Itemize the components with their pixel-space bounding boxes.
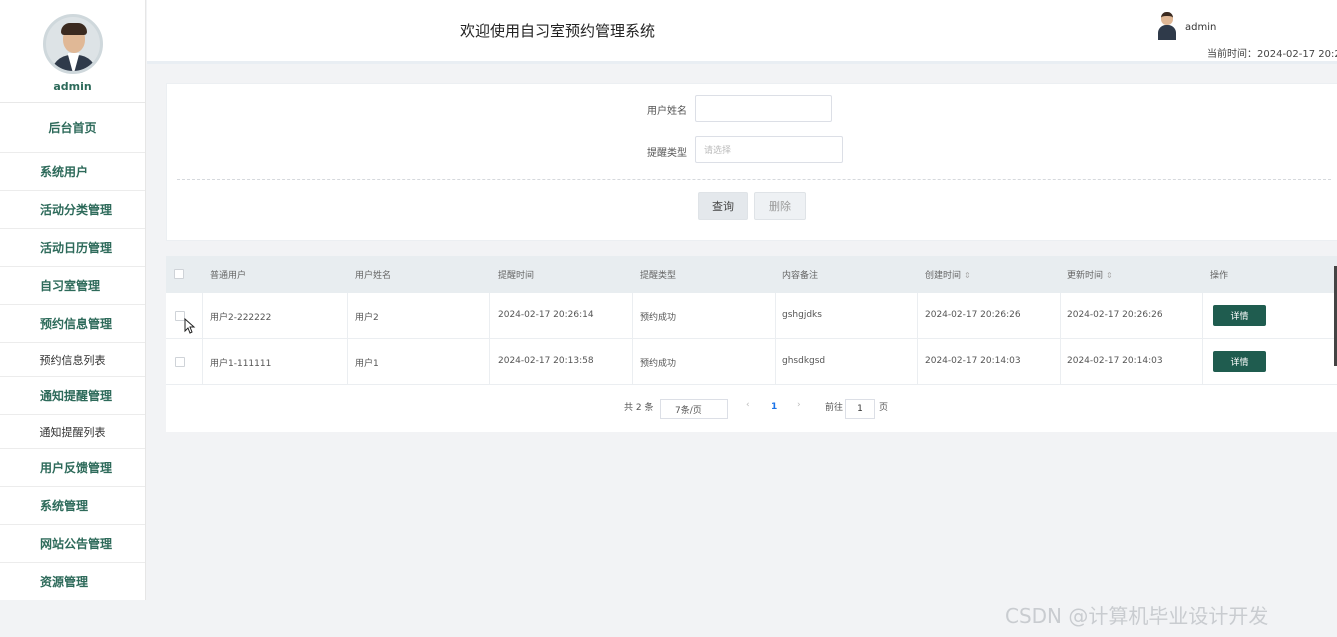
sidebar-subitem-notification-list[interactable]: 通知提醒列表	[0, 415, 145, 449]
sidebar-item-study-room[interactable]: 自习室管理	[0, 267, 145, 305]
goto-label: 前往	[825, 403, 844, 413]
cell-remind-time: 2024-02-17 20:13:58	[498, 356, 594, 366]
sort-icon[interactable]: ⇕	[1106, 271, 1113, 280]
cell-type: 预约成功	[640, 359, 677, 369]
col-note: 内容备注	[782, 271, 819, 281]
sidebar-item-activity-category[interactable]: 活动分类管理	[0, 191, 145, 229]
profile-username: admin	[53, 80, 92, 93]
cell-updated: 2024-02-17 20:26:26	[1067, 310, 1163, 320]
sidebar-item-activity-calendar[interactable]: 活动日历管理	[0, 229, 145, 267]
delete-button[interactable]: 删除	[754, 192, 806, 220]
cell-created: 2024-02-17 20:26:26	[925, 310, 1021, 320]
top-header: 欢迎使用自习室预约管理系统 admin 当前时间：2024-02-17 20:2	[147, 0, 1337, 64]
col-created-label: 创建时间	[925, 271, 962, 281]
sort-icon[interactable]: ⇕	[964, 271, 971, 280]
sidebar: admin 后台首页 系统用户 活动分类管理 活动日历管理 自习室管理 预约信息…	[0, 0, 146, 600]
cell-name: 用户2	[355, 313, 379, 323]
cell-user: 用户2-222222	[210, 313, 272, 323]
detail-button[interactable]: 详情	[1213, 351, 1266, 372]
query-button[interactable]: 查询	[698, 192, 748, 220]
sidebar-item-reservation[interactable]: 预约信息管理	[0, 305, 145, 343]
cell-note: ghsdkgsd	[782, 356, 826, 366]
search-panel: 用户姓名 提醒类型 请选择 查询 删除	[166, 83, 1337, 241]
current-time: 当前时间：2024-02-17 20:2	[1207, 49, 1337, 60]
pagination-total: 共 2 条	[624, 403, 654, 413]
name-input[interactable]	[695, 95, 832, 122]
sidebar-item-system[interactable]: 系统管理	[0, 487, 145, 525]
sidebar-subitem-reservation-list[interactable]: 预约信息列表	[0, 343, 145, 377]
header-username[interactable]: admin	[1185, 22, 1216, 33]
sidebar-item-resource[interactable]: 资源管理	[0, 563, 145, 600]
cell-updated: 2024-02-17 20:14:03	[1067, 356, 1163, 366]
name-label: 用户姓名	[647, 106, 687, 117]
detail-button[interactable]: 详情	[1213, 305, 1266, 326]
type-select[interactable]: 请选择	[695, 136, 843, 163]
sidebar-item-announcement[interactable]: 网站公告管理	[0, 525, 145, 563]
row-checkbox[interactable]	[175, 357, 185, 367]
goto-page-input[interactable]: 1	[845, 399, 875, 419]
col-user: 普通用户	[210, 271, 247, 281]
cell-type: 预约成功	[640, 313, 677, 323]
cell-remind-time: 2024-02-17 20:26:14	[498, 310, 594, 320]
col-updated-label: 更新时间	[1067, 271, 1104, 281]
prev-page-icon[interactable]: ‹	[746, 400, 750, 410]
sidebar-item-home[interactable]: 后台首页	[0, 103, 145, 153]
watermark: CSDN @计算机毕业设计开发	[1005, 604, 1269, 628]
col-remind-time: 提醒时间	[498, 271, 535, 281]
page-title: 欢迎使用自习室预约管理系统	[460, 22, 656, 40]
table-row: 用户2-222222 用户2 2024-02-17 20:26:14 预约成功 …	[166, 293, 1337, 339]
profile: admin	[0, 0, 145, 103]
header-avatar[interactable]	[1158, 12, 1176, 40]
next-page-icon[interactable]: ›	[797, 400, 801, 410]
type-label: 提醒类型	[647, 148, 687, 159]
avatar[interactable]	[42, 14, 103, 74]
cell-note: gshgjdks	[782, 310, 822, 320]
col-type: 提醒类型	[640, 271, 677, 281]
page-size-select[interactable]: 7条/页	[660, 399, 728, 419]
current-page[interactable]: 1	[771, 402, 777, 412]
cell-user: 用户1-111111	[210, 359, 272, 369]
col-updated[interactable]: 更新时间 ⇕	[1067, 268, 1113, 281]
sidebar-footer	[0, 600, 146, 637]
cell-created: 2024-02-17 20:14:03	[925, 356, 1021, 366]
select-all-checkbox[interactable]	[174, 269, 184, 279]
sidebar-item-system-users[interactable]: 系统用户	[0, 153, 145, 191]
data-table: 普通用户 用户姓名 提醒时间 提醒类型 内容备注 创建时间 ⇕ 更新时间 ⇕ 操作 …	[166, 256, 1337, 432]
page-suffix: 页	[879, 403, 889, 413]
sidebar-item-notification[interactable]: 通知提醒管理	[0, 377, 145, 415]
mouse-cursor-icon	[184, 318, 196, 334]
cell-name: 用户1	[355, 359, 379, 369]
col-action: 操作	[1210, 271, 1229, 281]
table-row: 用户1-111111 用户1 2024-02-17 20:13:58 预约成功 …	[166, 339, 1337, 385]
col-created[interactable]: 创建时间 ⇕	[925, 268, 971, 281]
sidebar-item-feedback[interactable]: 用户反馈管理	[0, 449, 145, 487]
divider	[177, 179, 1331, 180]
table-header: 普通用户 用户姓名 提醒时间 提醒类型 内容备注 创建时间 ⇕ 更新时间 ⇕ 操作	[166, 256, 1337, 293]
col-name: 用户姓名	[355, 271, 392, 281]
